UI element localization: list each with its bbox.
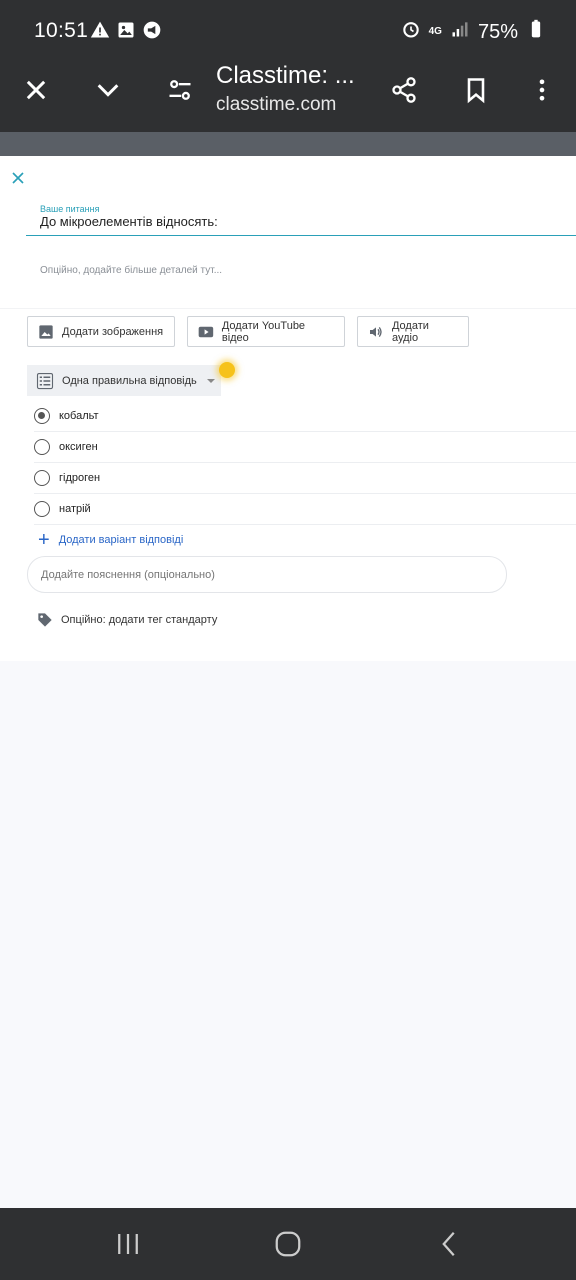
browser-toolbar: 10:51 4G 75% Classtime: ... classtime.co… <box>0 0 576 132</box>
background-page-strip <box>0 132 576 156</box>
bookmark-icon <box>467 78 485 104</box>
close-tab-button[interactable] <box>16 70 56 110</box>
tag-label: Опційно: додати тег стандарту <box>61 614 218 626</box>
add-image-button[interactable]: Додати зображення <box>27 316 175 347</box>
add-standard-tag-button[interactable]: Опційно: додати тег стандарту <box>37 612 217 628</box>
radio-button[interactable] <box>34 439 50 455</box>
image-icon <box>39 324 53 339</box>
chevron-down-icon <box>97 84 119 97</box>
caret-down-icon <box>206 378 215 383</box>
back-button[interactable] <box>430 1228 470 1260</box>
tag-icon <box>38 613 52 627</box>
answer-option[interactable]: натрій <box>34 494 576 525</box>
answer-option[interactable]: гідроген <box>34 463 576 494</box>
more-vert-icon <box>539 79 545 101</box>
play-video-icon <box>198 326 214 337</box>
divider <box>0 308 576 309</box>
page-settings-button[interactable] <box>160 70 200 110</box>
answer-text: натрій <box>59 503 91 515</box>
touch-indicator <box>219 362 235 378</box>
question-type-label: Одна правильна відповідь <box>62 374 197 387</box>
answer-text: оксиген <box>59 441 98 453</box>
sliders-icon <box>169 80 191 100</box>
recent-apps-icon <box>118 1234 138 1254</box>
volume-icon <box>369 326 382 337</box>
add-audio-label: Додати аудіо <box>391 319 429 344</box>
add-image-label: Додати зображення <box>62 325 164 338</box>
add-audio-button[interactable]: Додати аудіо <box>357 316 469 347</box>
question-input[interactable]: До мікроелементів відносять: <box>26 214 576 236</box>
minimize-button[interactable] <box>88 70 128 110</box>
bookmark-button[interactable] <box>456 70 496 110</box>
answer-text: кобальт <box>59 410 99 422</box>
battery-icon <box>526 19 546 45</box>
answer-option[interactable]: кобальт <box>34 401 576 432</box>
system-nav-bar <box>0 1208 576 1280</box>
radio-button[interactable] <box>34 470 50 486</box>
answer-text: гідроген <box>59 472 101 484</box>
add-answer-button[interactable]: + Додати варіант відповіді <box>38 529 184 551</box>
question-type-select[interactable]: Одна правильна відповідь <box>27 365 221 396</box>
question-editor: Ваше питання До мікроелементів відносять… <box>0 156 576 661</box>
battery-level: 75% <box>477 20 518 43</box>
megaphone-icon <box>142 20 162 45</box>
radio-button[interactable] <box>34 408 50 424</box>
signal-icon <box>450 19 470 45</box>
add-answer-label: Додати варіант відповіді <box>58 534 184 546</box>
page-title: Classtime: ... <box>216 62 355 89</box>
home-icon <box>275 1231 301 1257</box>
answer-option[interactable]: оксиген <box>34 432 576 463</box>
share-icon <box>392 77 416 103</box>
share-button[interactable] <box>384 70 424 110</box>
question-label: Ваше питання <box>40 204 100 214</box>
back-icon <box>442 1232 455 1256</box>
list-icon <box>36 372 54 389</box>
add-youtube-button[interactable]: Додати YouTube відео <box>187 316 345 347</box>
question-details-field[interactable]: Опційно, додайте більше деталей тут... <box>40 265 222 276</box>
network-type: 4G <box>428 26 442 37</box>
radio-button[interactable] <box>34 501 50 517</box>
recent-apps-button[interactable] <box>108 1228 148 1260</box>
home-button[interactable] <box>268 1228 308 1260</box>
more-menu-button[interactable] <box>522 70 562 110</box>
status-time: 10:51 <box>34 19 89 42</box>
alarm-icon <box>401 19 421 45</box>
add-youtube-label: Додати YouTube відео <box>221 319 306 344</box>
question-header: Ваше питання До мікроелементів відносять… <box>0 156 576 308</box>
image-icon <box>116 20 136 45</box>
warning-icon <box>90 20 110 45</box>
explanation-input[interactable] <box>27 556 507 593</box>
close-editor-icon[interactable] <box>8 168 28 188</box>
page-domain: classtime.com <box>216 94 337 115</box>
close-icon <box>26 80 46 100</box>
url-bar[interactable]: Classtime: ... classtime.com <box>216 62 376 116</box>
status-bar: 10:51 4G 75% <box>0 0 576 64</box>
plus-icon: + <box>38 529 50 551</box>
